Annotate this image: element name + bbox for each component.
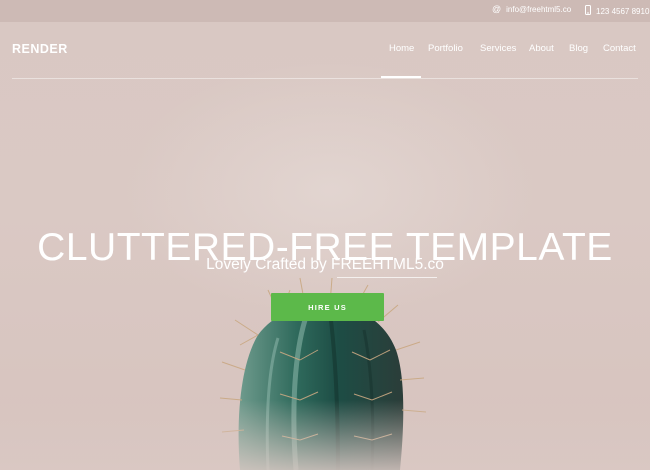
topbar-email[interactable]: @ info@freehtml5.co (492, 4, 571, 15)
topbar-phone[interactable]: 123 4567 8910 (585, 5, 649, 17)
phone-text[interactable]: 123 4567 8910 (596, 7, 649, 16)
nav-item-contact[interactable]: Contact (603, 43, 636, 54)
nav-item-home[interactable]: Home (389, 43, 414, 54)
nav-item-about[interactable]: About (529, 43, 554, 54)
hero-subtitle-prefix: Lovely Crafted by (206, 256, 332, 273)
at-sign-icon: @ (492, 4, 502, 14)
phone-icon (585, 5, 591, 17)
main-nav: Home Portfolio Services About Blog Conta… (0, 43, 650, 57)
topbar: @ info@freehtml5.co 123 4567 8910 (0, 0, 650, 22)
hero-section: @ info@freehtml5.co 123 4567 8910 RENDER… (0, 0, 650, 470)
subtitle-link-underline (337, 277, 437, 278)
hero-subtitle: Lovely Crafted by FREEHTML5.co (0, 256, 650, 274)
nav-item-portfolio[interactable]: Portfolio (428, 43, 463, 54)
nav-divider (12, 78, 638, 79)
hire-us-button[interactable]: HIRE US (271, 293, 384, 321)
hero-subtitle-link[interactable]: FREEHTML5.co (331, 256, 444, 273)
nav-item-services[interactable]: Services (480, 43, 516, 54)
nav-item-blog[interactable]: Blog (569, 43, 588, 54)
email-text[interactable]: info@freehtml5.co (506, 5, 571, 14)
nav-active-indicator (381, 76, 421, 78)
